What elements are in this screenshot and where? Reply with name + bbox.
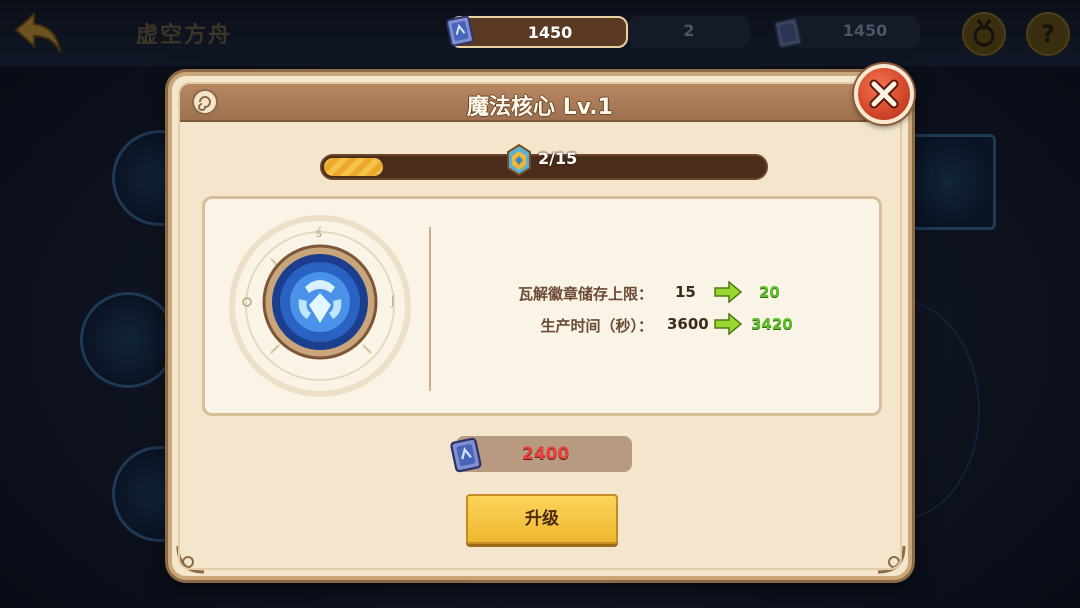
progress-fill [324, 158, 383, 176]
corner-ornament-icon [877, 545, 906, 574]
medal-button[interactable] [962, 12, 1006, 56]
svg-text:ʃ: ʃ [390, 294, 396, 308]
stat-new-value: 3420 [751, 315, 793, 333]
panel-divider [429, 227, 431, 391]
dialog-title: 魔法核心 Lv.1 [467, 95, 613, 120]
rune-book-icon [446, 15, 474, 47]
dialog-header: 魔法核心 Lv.1 [180, 82, 900, 122]
stat-new-value: 20 [759, 283, 780, 301]
info-panel: ś ʃ 瓦解徽章储存上限： 15 20 生产时间（秒）： 3600 3420 [202, 196, 882, 416]
corner-ornament-icon [176, 545, 205, 574]
resource-tertiary-value: 1450 [842, 21, 888, 40]
medal-icon [973, 19, 995, 47]
stat-row-production-time: 生产时间（秒）： 3600 3420 [435, 311, 855, 337]
back-arrow-icon[interactable] [12, 10, 64, 56]
resource-secondary-value: 2 [683, 21, 695, 40]
stat-row-storage: 瓦解徽章储存上限： 15 20 [435, 279, 855, 305]
upgrade-dialog: 魔法核心 Lv.1 2/15 ś ʃ 瓦解徽章储存上限： 15 20 生产时间（… [168, 72, 912, 580]
resource-main-value: 1450 [527, 23, 573, 42]
resource-tertiary-pill: 1450 [790, 16, 920, 48]
stat-label: 瓦解徽章储存上限： [517, 285, 653, 303]
page-title: 虚空方舟 [136, 23, 233, 48]
arrow-right-icon [714, 281, 743, 303]
progress-text: 2/15 [538, 149, 578, 168]
bg-skill-node [900, 134, 996, 230]
magic-core-emblem: ś ʃ [229, 215, 411, 397]
close-icon [869, 79, 899, 109]
upgrade-button[interactable]: 升级 [466, 494, 618, 544]
bg-skill-node [80, 292, 176, 388]
resource-secondary-pill: 2 [628, 16, 750, 48]
rune-book-icon [450, 437, 482, 473]
stat-label: 生产时间（秒）： [540, 317, 653, 335]
close-button[interactable] [854, 64, 914, 124]
swirl-ornament-icon [192, 89, 218, 115]
rune-book-dim-icon [774, 17, 802, 49]
arrow-right-icon [714, 313, 743, 335]
badge-crystal-icon [507, 143, 531, 177]
help-button[interactable]: ? [1026, 12, 1070, 56]
stat-old-value: 15 [675, 283, 696, 301]
svg-text:ś: ś [316, 226, 322, 240]
stat-old-value: 3600 [667, 315, 709, 333]
top-bar: 虚空方舟 1450 2 1450 ? [0, 0, 1080, 66]
cost-value: 2400 [522, 444, 570, 464]
help-icon: ? [1041, 20, 1055, 48]
